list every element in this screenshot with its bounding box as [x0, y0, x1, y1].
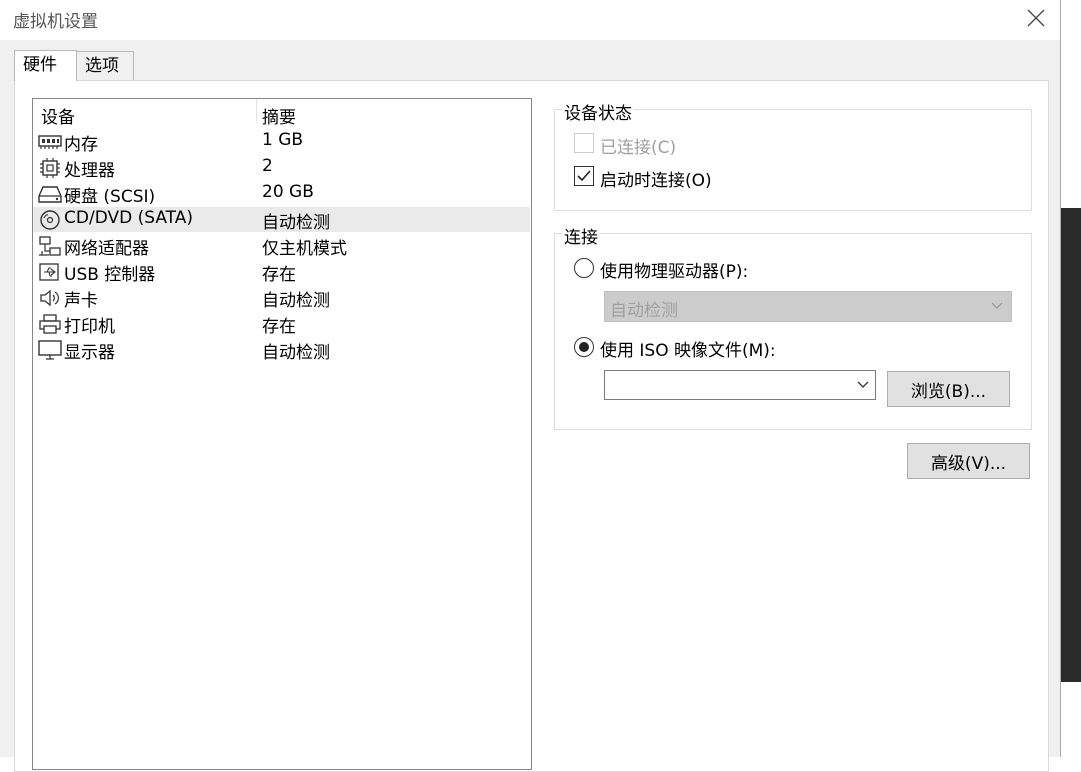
device-name: 打印机	[64, 317, 115, 337]
iso-image-radio[interactable]	[574, 337, 594, 357]
device-summary: 自动检测	[262, 343, 330, 363]
advanced-button[interactable]: 高级(V)...	[907, 443, 1030, 479]
close-button[interactable]	[1020, 4, 1052, 32]
cd-dvd-icon	[40, 210, 60, 230]
device-summary: 自动检测	[262, 213, 330, 233]
device-name: 显示器	[64, 343, 115, 363]
browse-button[interactable]: 浏览(B)...	[887, 371, 1010, 407]
device-row-network-adapter[interactable]: 网络适配器 仅主机模式	[33, 233, 530, 259]
physical-drive-select[interactable]: 自动检测	[604, 291, 1012, 322]
device-summary: 2	[262, 156, 273, 176]
device-name: 声卡	[64, 291, 98, 311]
tab-options[interactable]: 选项	[76, 51, 134, 80]
tab-hardware[interactable]: 硬件	[14, 50, 77, 81]
connected-checkbox[interactable]	[574, 133, 594, 153]
usb-icon	[39, 263, 59, 281]
processor-icon	[40, 158, 60, 178]
device-row-memory[interactable]: 内存 1 GB	[33, 129, 530, 155]
device-name: USB 控制器	[64, 265, 156, 285]
printer-icon	[39, 314, 61, 334]
chevron-down-icon	[991, 302, 1003, 309]
device-name: CD/DVD (SATA)	[64, 208, 193, 228]
column-header-summary[interactable]: 摘要	[262, 103, 296, 128]
checkmark-icon	[577, 170, 591, 182]
physical-drive-value: 自动检测	[610, 301, 678, 321]
physical-drive-radio[interactable]	[574, 258, 594, 278]
vm-settings-dialog: 虚拟机设置 硬件 选项 设备 摘要 内存 1 GB 处理器 2 硬盘 (SCSI…	[0, 0, 1061, 772]
window-title: 虚拟机设置	[13, 12, 98, 32]
advanced-button-label: 高级(V)...	[930, 453, 1007, 474]
device-row-harddisk[interactable]: 硬盘 (SCSI) 20 GB	[33, 181, 530, 207]
sound-card-icon	[40, 289, 59, 307]
tab-options-label: 选项	[85, 56, 119, 76]
harddisk-icon	[38, 186, 62, 203]
device-row-processor[interactable]: 处理器 2	[33, 155, 530, 181]
device-status-label: 设备状态	[562, 99, 634, 124]
device-row-sound-card[interactable]: 声卡 自动检测	[33, 285, 530, 311]
device-status-group	[554, 109, 1032, 211]
device-summary: 自动检测	[262, 291, 330, 311]
device-row-cd-dvd[interactable]: CD/DVD (SATA) 自动检测	[33, 207, 530, 233]
device-row-usb-controller[interactable]: USB 控制器 存在	[33, 259, 530, 285]
device-row-display[interactable]: 显示器 自动检测	[33, 337, 530, 363]
close-icon	[1027, 9, 1045, 27]
connect-at-power-on-checkbox[interactable]	[574, 166, 594, 186]
background-window	[1060, 208, 1081, 682]
display-icon	[38, 340, 62, 360]
physical-drive-label[interactable]: 使用物理驱动器(P):	[600, 257, 748, 282]
iso-image-label[interactable]: 使用 ISO 映像文件(M):	[600, 336, 776, 361]
device-name: 硬盘 (SCSI)	[64, 187, 156, 207]
chevron-down-icon[interactable]	[857, 381, 869, 389]
device-summary: 20 GB	[262, 182, 314, 202]
connected-label[interactable]: 已连接(C)	[600, 133, 676, 158]
column-header-device[interactable]: 设备	[41, 103, 75, 128]
device-summary: 仅主机模式	[262, 239, 347, 259]
memory-icon	[38, 135, 62, 149]
tab-hardware-label: 硬件	[23, 55, 57, 75]
device-summary: 1 GB	[262, 130, 304, 150]
connection-label: 连接	[562, 223, 600, 248]
device-summary: 存在	[262, 265, 296, 285]
device-row-printer[interactable]: 打印机 存在	[33, 311, 530, 337]
device-summary: 存在	[262, 317, 296, 337]
connect-at-power-on-label[interactable]: 启动时连接(O)	[600, 166, 712, 191]
title-bar: 虚拟机设置	[0, 0, 1060, 40]
device-name: 网络适配器	[64, 239, 149, 259]
radio-selected-dot	[579, 342, 589, 352]
device-list[interactable]: 设备 摘要 内存 1 GB 处理器 2 硬盘 (SCSI) 20 GB CD/D…	[32, 98, 532, 770]
column-separator[interactable]	[256, 99, 257, 123]
iso-path-combobox[interactable]	[604, 370, 876, 400]
network-adapter-icon	[39, 236, 61, 256]
browse-button-label: 浏览(B)...	[910, 381, 987, 402]
device-name: 内存	[64, 135, 98, 155]
device-name: 处理器	[64, 161, 115, 181]
